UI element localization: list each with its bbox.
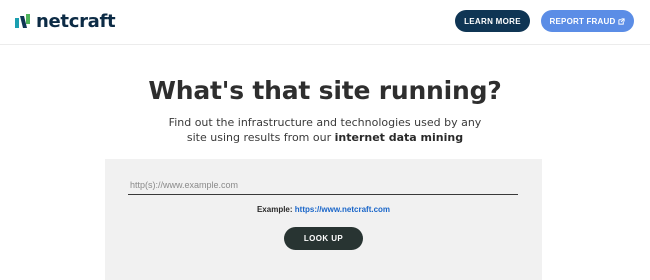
page-subtitle: Find out the infrastructure and technolo…	[0, 115, 650, 145]
look-up-label: LOOK UP	[303, 234, 344, 243]
site-header: netcraft LEARN MORE REPORT FRAUD	[0, 0, 650, 45]
logo-text: netcraft	[36, 10, 116, 32]
netcraft-logo[interactable]: netcraft	[14, 10, 116, 32]
learn-more-label: LEARN MORE	[464, 16, 521, 26]
lookup-panel: Example: https://www.netcraft.com LOOK U…	[105, 159, 542, 280]
page-title: What's that site running?	[148, 76, 502, 105]
look-up-button[interactable]: LOOK UP	[284, 227, 363, 250]
external-link-icon	[618, 17, 626, 25]
subtitle-line2: site using results from our	[186, 131, 335, 144]
netcraft-logo-icon	[15, 14, 30, 28]
example-label: Example:	[256, 205, 295, 214]
internet-data-mining-link[interactable]: internet data mining	[335, 131, 463, 144]
example-text: Example: https://www.netcraft.com	[105, 205, 542, 214]
learn-more-button[interactable]: LEARN MORE	[455, 10, 530, 32]
report-fraud-button[interactable]: REPORT FRAUD	[541, 10, 634, 32]
report-fraud-label: REPORT FRAUD	[549, 16, 616, 26]
url-input[interactable]	[128, 175, 518, 195]
example-link[interactable]: https://www.netcraft.com	[295, 205, 390, 214]
subtitle-line1: Find out the infrastructure and technolo…	[168, 116, 482, 129]
